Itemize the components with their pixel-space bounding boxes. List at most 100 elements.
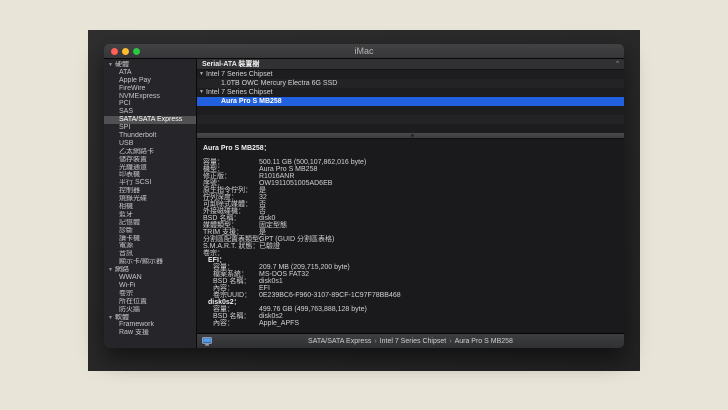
sidebar-item[interactable]: 防火牆 xyxy=(104,306,196,314)
zoom-button[interactable] xyxy=(133,48,140,55)
detail-value: 已驗證 xyxy=(259,243,280,250)
detail-label: TRIM 支援： xyxy=(203,229,259,236)
detail-row: 檔案系統：MS-DOS FAT32 xyxy=(203,271,624,278)
detail-label: 內容： xyxy=(213,285,259,292)
sidebar-item[interactable]: Raw 支援 xyxy=(104,329,196,337)
detail-value: disk0 xyxy=(259,215,275,222)
sidebar-item[interactable]: 平行 SCSI xyxy=(104,179,196,187)
sidebar-item[interactable]: NVMExpress xyxy=(104,93,196,101)
sidebar-item[interactable]: USB xyxy=(104,140,196,148)
sidebar-item[interactable]: 光纖通道 xyxy=(104,164,196,172)
empty-row xyxy=(197,106,624,115)
details-rows: 容量：500.11 GB (500,107,862,016 byte)機型：Au… xyxy=(203,159,624,327)
detail-label: disk0s2： xyxy=(208,299,259,306)
device-tree-row[interactable]: 1.0TB OWC Mercury Electra 6G SSD xyxy=(197,79,624,88)
window-titlebar[interactable]: iMac xyxy=(104,44,624,59)
detail-label: 序號： xyxy=(203,180,259,187)
detail-row: 分割區配置表類型：GPT (GUID 分割區表格) xyxy=(203,236,624,243)
detail-row: 序號：OW1911051005AD6EB xyxy=(203,180,624,187)
sidebar-section-header[interactable]: ▼硬體 xyxy=(104,61,196,69)
detail-label: 機型： xyxy=(203,166,259,173)
detail-label: 原生指令佇列： xyxy=(203,187,259,194)
sidebar-item[interactable]: Framework xyxy=(104,321,196,329)
sidebar-item[interactable]: 相機 xyxy=(104,203,196,211)
sidebar[interactable]: ▼硬體ATAApple PayFireWireNVMExpressPCISASS… xyxy=(104,59,197,348)
detail-row: BSD 名稱：disk0 xyxy=(203,215,624,222)
sidebar-section-header[interactable]: ▼軟體 xyxy=(104,314,196,322)
sidebar-item[interactable]: 藍牙 xyxy=(104,211,196,219)
sidebar-item[interactable]: 儲存裝置 xyxy=(104,156,196,164)
detail-label: 容量： xyxy=(203,159,259,166)
detail-value: 否 xyxy=(259,208,266,215)
device-tree: ▼Intel 7 Series Chipset1.0TB OWC Mercury… xyxy=(197,70,624,133)
detail-value: 32 xyxy=(259,194,267,201)
breadcrumb-separator: › xyxy=(449,338,451,345)
detail-value: 是 xyxy=(259,187,266,194)
sidebar-item[interactable]: 讀卡機 xyxy=(104,235,196,243)
detail-label: 卷宗： xyxy=(203,250,259,257)
detail-label: BSD 名稱： xyxy=(213,278,259,285)
detail-label: 可卸除式媒體： xyxy=(203,201,259,208)
sort-ascending-icon: ^ xyxy=(616,61,619,67)
disclosure-triangle-icon: ▼ xyxy=(108,62,113,69)
sidebar-item[interactable]: WWAN xyxy=(104,274,196,282)
detail-row: 卷宗： xyxy=(203,250,624,257)
breadcrumb-segment: SATA/SATA Express xyxy=(308,338,371,345)
detail-value: 499.76 GB (499,763,888,128 byte) xyxy=(259,306,367,313)
detail-row: 外接磁碟機：否 xyxy=(203,208,624,215)
sidebar-item[interactable]: SAS xyxy=(104,108,196,116)
sidebar-item[interactable]: Apple Pay xyxy=(104,77,196,85)
disclosure-triangle-icon: ▼ xyxy=(108,267,113,274)
sidebar-item[interactable]: 記憶體 xyxy=(104,219,196,227)
sidebar-item[interactable]: SPI xyxy=(104,124,196,132)
sidebar-item[interactable]: 乙太網路卡 xyxy=(104,148,196,156)
imac-display-icon xyxy=(202,337,212,346)
detail-value: EFI xyxy=(259,285,270,292)
close-button[interactable] xyxy=(111,48,118,55)
sidebar-item[interactable]: 印表機 xyxy=(104,171,196,179)
pane-splitter[interactable] xyxy=(197,133,624,139)
detail-row: 容量：499.76 GB (499,763,888,128 byte) xyxy=(203,306,624,313)
detail-value: OW1911051005AD6EB xyxy=(259,180,332,187)
sidebar-item[interactable]: 電源 xyxy=(104,242,196,250)
detail-label: BSD 名稱： xyxy=(213,313,259,320)
sidebar-item[interactable]: 卷宗 xyxy=(104,290,196,298)
empty-row xyxy=(197,124,624,133)
sidebar-item[interactable]: 顯示卡/顯示器 xyxy=(104,258,196,266)
detail-row: BSD 名稱：disk0s1 xyxy=(203,278,624,285)
detail-row: 容量：209.7 MB (209,715,200 byte) xyxy=(203,264,624,271)
sidebar-item[interactable]: Thunderbolt xyxy=(104,132,196,140)
empty-row xyxy=(197,115,624,124)
detail-label: 容量： xyxy=(213,306,259,313)
sidebar-item[interactable]: 控制器 xyxy=(104,187,196,195)
sidebar-item[interactable]: Wi-Fi xyxy=(104,282,196,290)
detail-row: EFI： xyxy=(203,257,624,264)
sidebar-section-header[interactable]: ▼網路 xyxy=(104,266,196,274)
detail-label: 內容： xyxy=(213,320,259,327)
detail-value: GPT (GUID 分割區表格) xyxy=(259,236,334,243)
sidebar-item[interactable]: ATA xyxy=(104,69,196,77)
disclosure-triangle-icon: ▼ xyxy=(197,88,206,97)
sidebar-section-label: 網路 xyxy=(115,266,129,273)
detail-label: 外接磁碟機： xyxy=(203,208,259,215)
detail-row: 機型：Aura Pro S MB258 xyxy=(203,166,624,173)
device-tree-column-header[interactable]: Serial-ATA 裝置樹 ^ xyxy=(197,59,624,70)
sidebar-item[interactable]: FireWire xyxy=(104,85,196,93)
device-tree-row[interactable]: ▼Intel 7 Series Chipset xyxy=(197,88,624,97)
sidebar-item[interactable]: 燒錄光碟 xyxy=(104,195,196,203)
sidebar-item[interactable]: 診斷 xyxy=(104,227,196,235)
device-tree-row-label: Aura Pro S MB258 xyxy=(221,97,282,106)
detail-value: Apple_APFS xyxy=(259,320,299,327)
detail-row: TRIM 支援：是 xyxy=(203,229,624,236)
device-tree-header-label: Serial-ATA 裝置樹 xyxy=(202,59,259,69)
detail-value: 是 xyxy=(259,229,266,236)
sidebar-item[interactable]: PCI xyxy=(104,100,196,108)
minimize-button[interactable] xyxy=(122,48,129,55)
detail-label: BSD 名稱： xyxy=(203,215,259,222)
sidebar-item[interactable]: 所在位置 xyxy=(104,298,196,306)
sidebar-item[interactable]: SATA/SATA Express xyxy=(104,116,196,124)
device-tree-row[interactable]: ▼Intel 7 Series Chipset xyxy=(197,70,624,79)
sidebar-item[interactable]: 音訊 xyxy=(104,250,196,258)
device-tree-row[interactable]: Aura Pro S MB258 xyxy=(197,97,624,106)
system-information-window: iMac ▼硬體ATAApple PayFireWireNVMExpressPC… xyxy=(104,44,624,348)
